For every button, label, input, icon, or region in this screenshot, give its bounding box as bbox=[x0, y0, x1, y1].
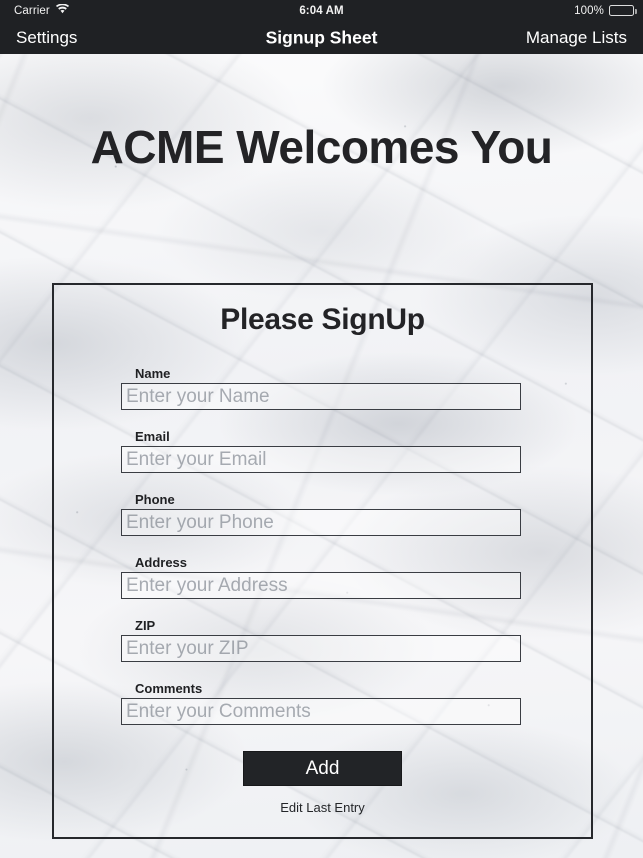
form-field-comments: Comments bbox=[121, 681, 521, 744]
status-bar-time: 6:04 AM bbox=[299, 4, 344, 17]
battery-percent-label: 100% bbox=[574, 4, 604, 17]
form-field-name: Name bbox=[121, 366, 521, 429]
comments-input[interactable] bbox=[121, 698, 521, 725]
content-area: ACME Welcomes You Please SignUp Name Ema… bbox=[0, 54, 643, 858]
status-bar: Carrier 6:04 AM 100% bbox=[0, 0, 643, 21]
signup-card: Please SignUp Name Email Phone Address bbox=[52, 283, 593, 839]
zip-input[interactable] bbox=[121, 635, 521, 662]
field-label-phone: Phone bbox=[135, 492, 175, 507]
field-label-name: Name bbox=[135, 366, 171, 381]
name-input[interactable] bbox=[121, 383, 521, 410]
battery-full-icon bbox=[609, 5, 637, 16]
email-input[interactable] bbox=[121, 446, 521, 473]
form-field-zip: ZIP bbox=[121, 618, 521, 681]
edit-last-entry-link[interactable]: Edit Last Entry bbox=[54, 800, 591, 815]
signup-sheet-app: Carrier 6:04 AM 100% Settings Signup She… bbox=[0, 0, 643, 858]
signup-form-fields: Name Email Phone Address ZIP bbox=[121, 366, 521, 744]
form-field-phone: Phone bbox=[121, 492, 521, 555]
form-field-address: Address bbox=[121, 555, 521, 618]
manage-lists-button[interactable]: Manage Lists bbox=[526, 28, 627, 48]
field-label-address: Address bbox=[135, 555, 188, 570]
status-bar-right: 100% bbox=[574, 4, 637, 17]
field-label-zip: ZIP bbox=[135, 618, 156, 633]
welcome-headline: ACME Welcomes You bbox=[90, 121, 553, 173]
phone-input[interactable] bbox=[121, 509, 521, 536]
signup-card-title: Please SignUp bbox=[220, 303, 425, 336]
address-input[interactable] bbox=[121, 572, 521, 599]
field-label-email: Email bbox=[135, 429, 170, 444]
form-field-email: Email bbox=[121, 429, 521, 492]
add-button[interactable]: Add bbox=[243, 751, 402, 786]
navigation-bar: Settings Signup Sheet Manage Lists bbox=[0, 21, 643, 54]
field-label-comments: Comments bbox=[135, 681, 203, 696]
